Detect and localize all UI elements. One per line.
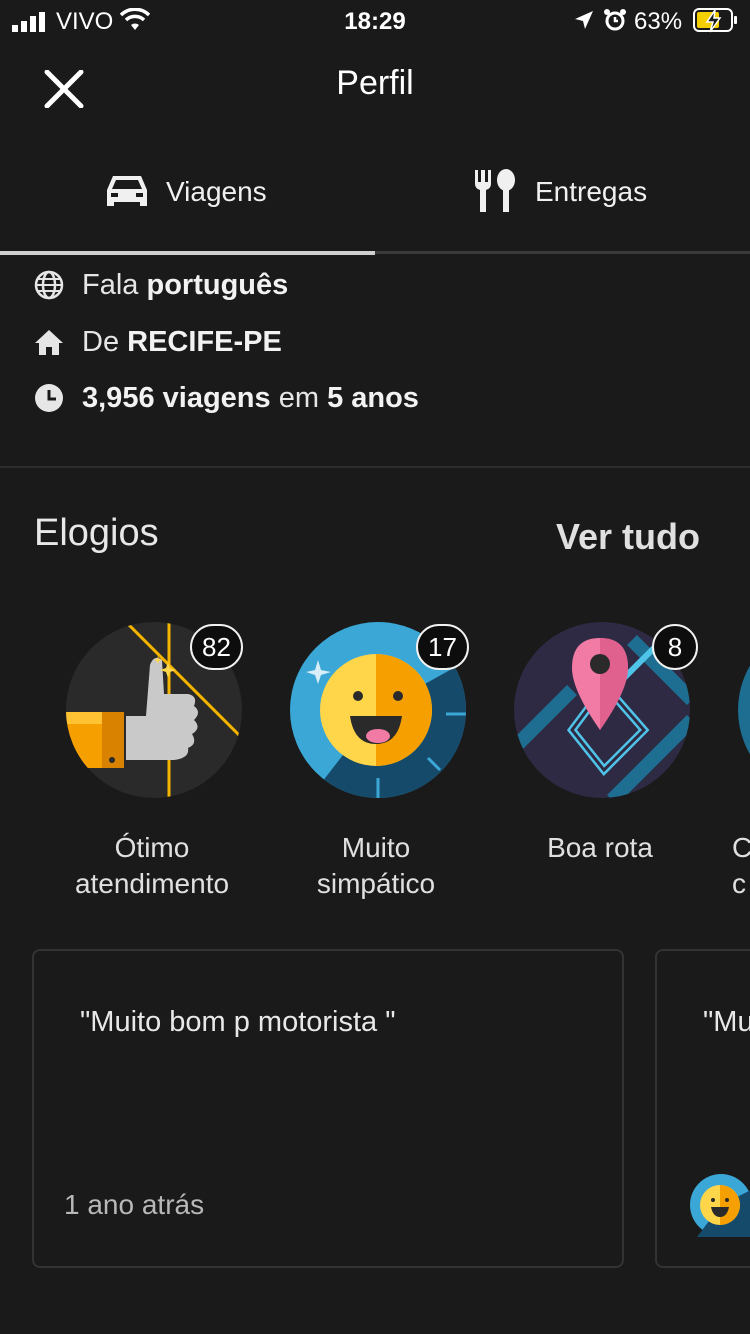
trips-mid: em: [278, 381, 319, 414]
comment-card[interactable]: "Mu: [655, 949, 750, 1268]
comment-time: 1 ano atrás: [64, 1189, 205, 1220]
partial-badge-icon: [738, 665, 750, 755]
tab-entregas[interactable]: Entregas: [375, 150, 750, 250]
fork-knife-icon: [474, 169, 515, 212]
origin-value: RECIFE-PE: [127, 325, 282, 358]
compliments-title: Elogios: [34, 512, 159, 554]
compliment-label: C c: [732, 830, 750, 902]
language-row: Fala português: [34, 265, 288, 305]
compliment-label-line2: atendimento: [74, 868, 230, 899]
section-divider: [0, 466, 750, 468]
compliment-label: Muito simpático: [266, 830, 486, 902]
compliment-label-line2: simpático: [316, 868, 436, 899]
status-bar: VIVO 18:29 63%: [0, 0, 750, 42]
compliment-count-badge: 17: [416, 624, 469, 670]
tab-viagens[interactable]: Viagens: [0, 150, 375, 250]
compliment-label-line1: Muito: [341, 832, 411, 863]
location-arrow-icon: [575, 11, 593, 29]
home-icon: [35, 330, 63, 355]
tab-entregas-label: Entregas: [535, 176, 648, 207]
smiley-badge-small-icon: [690, 1174, 750, 1237]
page-title: Perfil: [336, 64, 414, 102]
origin-prefix: De: [82, 325, 120, 358]
tab-active-indicator: [0, 251, 375, 255]
compliment-very-friendly[interactable]: 17 Muito simpático: [264, 620, 488, 910]
compliment-label-line1: C: [732, 832, 750, 863]
comment-card[interactable]: "Muito bom p motorista " 1 ano atrás: [32, 949, 624, 1268]
car-icon: [107, 176, 147, 206]
tab-viagens-label: Viagens: [166, 176, 267, 207]
years-value: 5 anos: [327, 381, 419, 414]
compliment-partial[interactable]: C c: [712, 620, 750, 910]
comment-text: "Muito bom p motorista ": [80, 1006, 396, 1038]
compliment-label-line1: Ótimo: [114, 832, 190, 863]
origin-row: De RECIFE-PE: [34, 322, 282, 362]
compliment-label-line2: c: [732, 868, 746, 899]
language-value: português: [146, 268, 289, 301]
compliment-good-route[interactable]: 8 Boa rota: [488, 620, 712, 910]
see-all-link[interactable]: Ver tudo: [556, 516, 700, 558]
battery-percent: 63%: [634, 8, 683, 35]
language-prefix: Fala: [82, 268, 139, 301]
battery-charging-icon: [693, 8, 737, 33]
compliment-count-badge: 82: [190, 624, 243, 670]
compliment-label-line1: Boa rota: [547, 832, 653, 863]
trips-row: 3,956 viagens em 5 anos: [34, 378, 419, 418]
globe-icon: [34, 270, 64, 300]
compliment-count-badge: 8: [652, 624, 698, 670]
compliment-label: Ótimo atendimento: [42, 830, 262, 902]
clock-icon: [35, 384, 63, 412]
comment-text: "Mu: [703, 1006, 750, 1038]
compliment-excellent-service[interactable]: 82 Ótimo atendimento: [40, 620, 264, 910]
compliment-label: Boa rota: [490, 830, 710, 866]
alarm-icon: [604, 9, 626, 31]
trips-count: 3,956 viagens: [82, 381, 271, 414]
